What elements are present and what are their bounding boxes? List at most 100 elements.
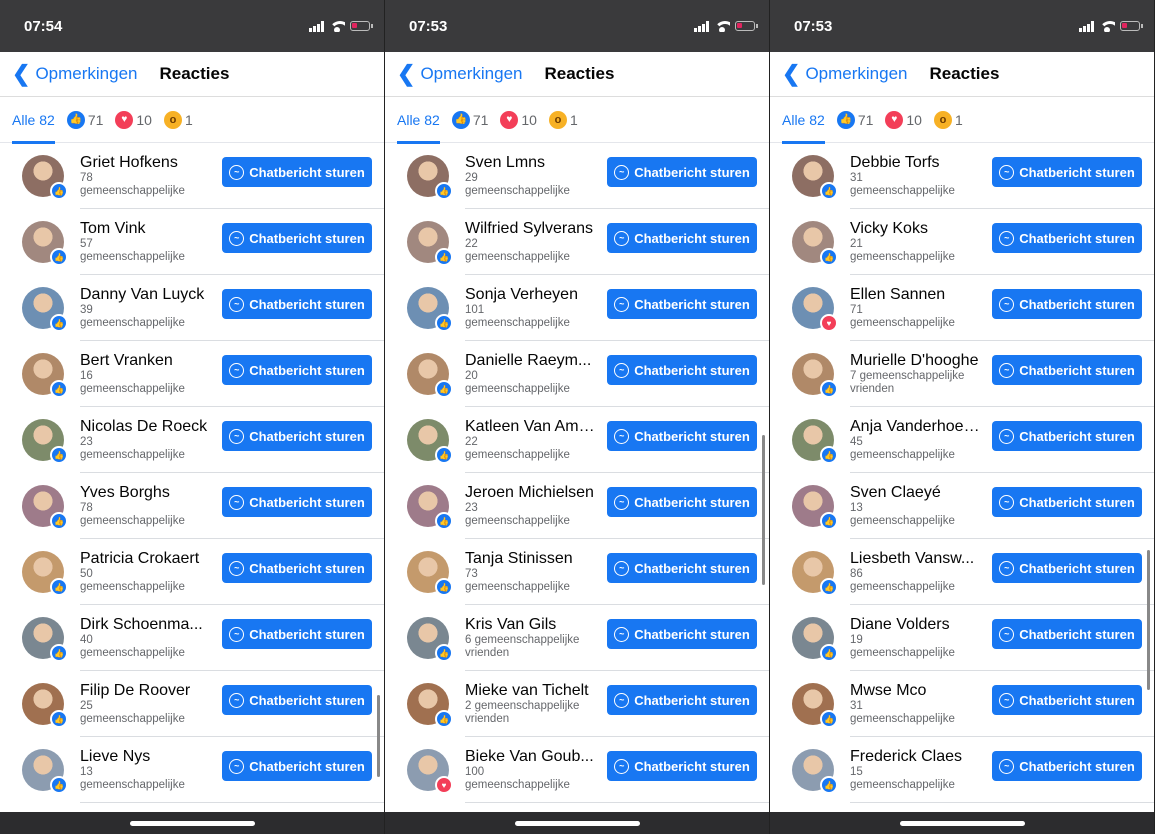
person-name[interactable]: Nicolas De Roeck (80, 417, 215, 436)
send-message-button[interactable]: ~ Chatbericht sturen (992, 223, 1142, 253)
person-name[interactable]: Tanja Stinissen (465, 549, 600, 568)
send-message-button[interactable]: ~ Chatbericht sturen (222, 619, 372, 649)
list-item[interactable]: 👍 Sven Claeyé 13 gemeenschappelijke ~ Chatber… (770, 473, 1154, 539)
tab-like[interactable]: 👍 71 (451, 110, 488, 129)
list-item[interactable]: ♥ Ellen Sannen 71 gemeenschappelijke ~ Chatbe… (770, 275, 1154, 341)
person-name[interactable]: Katleen Van Ammel (465, 417, 600, 436)
person-name[interactable]: Frederick Claes (850, 747, 985, 766)
person-name[interactable]: Kris Van Gils (465, 615, 600, 634)
list-item[interactable]: 👍 Nicolas De Roeck 23 gemeenschappelijke ~ Ch… (0, 407, 384, 473)
send-message-button[interactable]: ~ Chatbericht sturen (222, 553, 372, 583)
list-item[interactable]: 👍 Kris Van Gils 6 gemeenschappelijke vriend… (385, 605, 769, 671)
person-name[interactable]: Debbie Torfs (850, 153, 985, 172)
send-message-button[interactable]: ~ Chatbericht sturen (222, 289, 372, 319)
list-item[interactable]: 👍 Tanja Stinissen 73 gemeenschappelijke ~ Cha… (385, 539, 769, 605)
send-message-button[interactable]: ~ Chatbericht sturen (222, 355, 372, 385)
person-name[interactable]: Yves Borghs (80, 483, 215, 502)
person-name[interactable]: Sven Lmns (465, 153, 600, 172)
send-message-button[interactable]: ~ Chatbericht sturen (992, 157, 1142, 187)
person-name[interactable]: Jeroen Michielsen (465, 483, 600, 502)
avatar[interactable]: 👍 (22, 551, 68, 596)
person-name[interactable]: Dirk Schoenma... (80, 615, 215, 634)
home-indicator[interactable] (130, 820, 255, 826)
list-item[interactable]: 👍 Mieke van Tichelt 2 gemeenschappelijke vr… (385, 671, 769, 737)
home-indicator[interactable] (515, 820, 640, 826)
send-message-button[interactable]: ~ Chatbericht sturen (607, 157, 757, 187)
avatar[interactable]: 👍 (407, 287, 453, 332)
send-message-button[interactable]: ~ Chatbericht sturen (607, 619, 757, 649)
tab-all[interactable]: Alle 82 (397, 97, 440, 144)
list-item[interactable]: 👍 Yves Borghs 78 gemeenschappelijke ~ Chatber… (0, 473, 384, 539)
list-item[interactable]: 👍 Debbie Torfs 31 gemeenschappelijke ~ Chatbe… (770, 143, 1154, 209)
tab-wow[interactable]: o1 (163, 110, 193, 129)
send-message-button[interactable]: ~ Chatbericht sturen (992, 751, 1142, 781)
avatar[interactable]: 👍 (407, 617, 453, 662)
avatar[interactable]: 👍 (407, 419, 453, 464)
list-item[interactable]: 👍 Sonja Verheyen 101 gemeenschappelijke ~ Cha… (385, 275, 769, 341)
back-button[interactable]: ❮ Opmerkingen (397, 63, 523, 85)
list-item[interactable]: 👍 Filip De Roover 25 gemeenschappelijke ~ Cha… (0, 671, 384, 737)
person-name[interactable]: Mieke van Tichelt (465, 681, 600, 700)
avatar[interactable]: ♥ (407, 749, 453, 794)
send-message-button[interactable]: ~ Chatbericht sturen (222, 157, 372, 187)
avatar[interactable]: 👍 (407, 683, 453, 728)
person-name[interactable]: Sonja Verheyen (465, 285, 600, 304)
send-message-button[interactable]: ~ Chatbericht sturen (607, 487, 757, 517)
person-name[interactable]: Murielle D'hooghe (850, 351, 985, 370)
list-item[interactable]: 👍 Frederick Claes 15 gemeenschappelijke ~ Cha… (770, 737, 1154, 803)
person-name[interactable]: Mwse Mco (850, 681, 985, 700)
avatar[interactable]: 👍 (22, 419, 68, 464)
avatar[interactable]: 👍 (792, 353, 838, 398)
person-name[interactable]: Bieke Van Goub... (465, 747, 600, 766)
list-item[interactable]: 👍 Diane Volders 19 gemeenschappelijke ~ Chatb… (770, 605, 1154, 671)
person-name[interactable]: Patricia Crokaert (80, 549, 215, 568)
person-name[interactable]: Vicky Koks (850, 219, 985, 238)
avatar[interactable]: 👍 (22, 683, 68, 728)
person-name[interactable]: Anja Vanderhoeven (850, 417, 985, 436)
send-message-button[interactable]: ~ Chatbericht sturen (222, 685, 372, 715)
tab-love[interactable]: ♥ 10 (115, 110, 152, 129)
avatar[interactable]: 👍 (407, 353, 453, 398)
person-name[interactable]: Tom Vink (80, 219, 215, 238)
avatar[interactable]: 👍 (22, 221, 68, 266)
list-item[interactable]: 👍 Murielle D'hooghe 7 gemeenschappelijke vr… (770, 341, 1154, 407)
avatar[interactable]: 👍 (22, 617, 68, 662)
send-message-button[interactable]: ~ Chatbericht sturen (607, 751, 757, 781)
avatar[interactable]: 👍 (407, 221, 453, 266)
list-item[interactable]: 👍 Tom Vink 57 gemeenschappelijke ~ Chatberich… (0, 209, 384, 275)
avatar[interactable]: 👍 (792, 551, 838, 596)
tab-like[interactable]: 👍 71 (836, 110, 873, 129)
avatar[interactable]: 👍 (22, 155, 68, 200)
send-message-button[interactable]: ~ Chatbericht sturen (607, 289, 757, 319)
person-name[interactable]: Bert Vranken (80, 351, 215, 370)
list-item[interactable]: 👍 Sven Lmns 29 gemeenschappelijke ~ Chatberic… (385, 143, 769, 209)
person-name[interactable]: Lieve Nys (80, 747, 215, 766)
list-item[interactable]: 👍 Mwse Mco 31 gemeenschappelijke ~ Chatberich… (770, 671, 1154, 737)
back-button[interactable]: ❮ Opmerkingen (12, 63, 138, 85)
list-item[interactable]: 👍 Bert Vranken 16 gemeenschappelijke ~ Chatbe… (0, 341, 384, 407)
person-name[interactable]: Danny Van Luyck (80, 285, 215, 304)
tab-wow[interactable]: o1 (548, 110, 578, 129)
avatar[interactable]: ♥ (792, 287, 838, 332)
send-message-button[interactable]: ~ Chatbericht sturen (992, 685, 1142, 715)
send-message-button[interactable]: ~ Chatbericht sturen (222, 421, 372, 451)
send-message-button[interactable]: ~ Chatbericht sturen (607, 421, 757, 451)
tab-love[interactable]: ♥ 10 (500, 110, 537, 129)
send-message-button[interactable]: ~ Chatbericht sturen (222, 223, 372, 253)
avatar[interactable]: 👍 (792, 749, 838, 794)
list-item[interactable]: 👍 Griet Hofkens 78 gemeenschappelijke ~ Chatb… (0, 143, 384, 209)
person-name[interactable]: Diane Volders (850, 615, 985, 634)
send-message-button[interactable]: ~ Chatbericht sturen (607, 685, 757, 715)
send-message-button[interactable]: ~ Chatbericht sturen (992, 487, 1142, 517)
person-name[interactable]: Liesbeth Vansw... (850, 549, 985, 568)
list-item[interactable]: 👍 Anja Vanderhoeven 45 gemeenschappelijke ~ C… (770, 407, 1154, 473)
avatar[interactable]: 👍 (792, 155, 838, 200)
send-message-button[interactable]: ~ Chatbericht sturen (607, 223, 757, 253)
send-message-button[interactable]: ~ Chatbericht sturen (992, 289, 1142, 319)
person-name[interactable]: Wilfried Sylverans (465, 219, 600, 238)
list-item[interactable]: ♥ Bieke Van Goub... 100 gemeenschappelijke ~… (385, 737, 769, 803)
person-name[interactable]: Filip De Roover (80, 681, 215, 700)
back-button[interactable]: ❮ Opmerkingen (782, 63, 908, 85)
scrollbar[interactable] (762, 435, 765, 585)
scrollbar[interactable] (377, 695, 380, 777)
